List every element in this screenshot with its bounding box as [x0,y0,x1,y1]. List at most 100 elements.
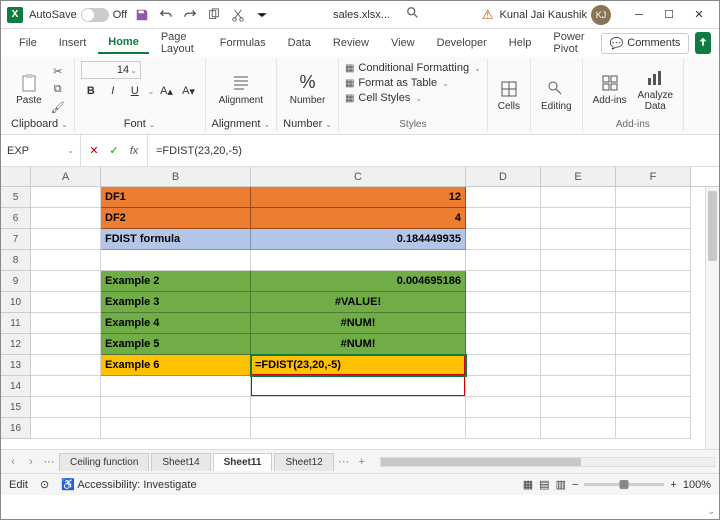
row-header[interactable]: 10 [1,292,31,313]
sheet-tab-ceiling[interactable]: Ceiling function [59,453,149,471]
alignment-button[interactable]: Alignment [215,71,267,108]
cell-E9[interactable] [541,271,616,292]
addins-button[interactable]: Add-ins [589,71,631,108]
vertical-scrollbar[interactable] [705,187,719,449]
row-header[interactable]: 6 [1,208,31,229]
cell-A12[interactable] [31,334,101,355]
search-icon[interactable] [406,6,420,23]
cell-D14[interactable] [466,376,541,397]
cell-F16[interactable] [616,418,691,439]
format-as-table-button[interactable]: ▦ Format as Table ⌄ [345,76,449,90]
tab-formulas[interactable]: Formulas [210,33,276,53]
qat-more-icon[interactable] [253,6,271,24]
cell-D7[interactable] [466,229,541,250]
italic-button[interactable]: I [103,82,123,100]
cell-D11[interactable] [466,313,541,334]
cell-C16[interactable] [251,418,466,439]
comments-button[interactable]: 💬 Comments [601,33,690,54]
formula-input[interactable]: =FDIST(23,20,-5) [148,135,719,166]
select-all-corner[interactable] [1,167,31,186]
cell-D6[interactable] [466,208,541,229]
tab-developer[interactable]: Developer [427,33,497,53]
increase-font-icon[interactable]: A▴ [157,82,177,100]
cell-B10[interactable]: Example 3 [101,292,251,313]
col-header-B[interactable]: B [101,167,251,186]
cell-F13[interactable] [616,355,691,376]
cell-E13[interactable] [541,355,616,376]
row-header[interactable]: 11 [1,313,31,334]
maximize-icon[interactable]: ☐ [655,4,683,26]
cell-F9[interactable] [616,271,691,292]
underline-button[interactable]: U [125,82,145,100]
cell-A7[interactable] [31,229,101,250]
tab-help[interactable]: Help [499,33,542,53]
cell-D8[interactable] [466,250,541,271]
cell-C5[interactable]: 12 [251,187,466,208]
cancel-formula-icon[interactable]: ✕ [85,142,103,160]
paste-button[interactable]: Paste [12,71,46,108]
cell-F5[interactable] [616,187,691,208]
tab-insert[interactable]: Insert [49,33,97,53]
undo-icon[interactable] [157,6,175,24]
cell-B8[interactable] [101,250,251,271]
cell-E8[interactable] [541,250,616,271]
copy-icon[interactable] [205,6,223,24]
row-header[interactable]: 9 [1,271,31,292]
cell-E15[interactable] [541,397,616,418]
cell-D10[interactable] [466,292,541,313]
conditional-formatting-button[interactable]: ▦ Conditional Formatting ⌄ [345,61,481,75]
cell-C10[interactable]: #VALUE! [251,292,466,313]
cell-B13[interactable]: Example 6 [101,355,251,376]
zoom-out-icon[interactable]: − [572,479,578,491]
tab-home[interactable]: Home [98,32,149,54]
cell-F10[interactable] [616,292,691,313]
cell-E10[interactable] [541,292,616,313]
close-icon[interactable]: ✕ [685,4,713,26]
col-header-A[interactable]: A [31,167,101,186]
spreadsheet-grid[interactable]: A B C D E F 5DF1126DF247FDIST formula0.1… [1,167,719,449]
cell-E7[interactable] [541,229,616,250]
bold-button[interactable]: B [81,82,101,100]
collapse-ribbon-icon[interactable]: ⌄ [707,506,715,517]
cell-E14[interactable] [541,376,616,397]
sheet-nav-more-icon[interactable]: ⋯ [41,454,57,470]
redo-icon[interactable] [181,6,199,24]
sheet-nav-prev-icon[interactable]: ‹ [5,454,21,470]
number-button[interactable]: %Number [286,70,330,108]
name-box[interactable]: EXP⌄ [1,135,81,166]
cell-B12[interactable]: Example 5 [101,334,251,355]
row-header[interactable]: 14 [1,376,31,397]
toggle-off-icon[interactable] [81,8,109,22]
row-header[interactable]: 16 [1,418,31,439]
zoom-level[interactable]: 100% [683,479,711,491]
cell-C15[interactable] [251,397,466,418]
cell-D15[interactable] [466,397,541,418]
cell-A15[interactable] [31,397,101,418]
tab-power-pivot[interactable]: Power Pivot [543,27,598,59]
analyze-data-button[interactable]: Analyze Data [634,66,678,114]
row-header[interactable]: 5 [1,187,31,208]
new-sheet-icon[interactable]: + [354,454,370,470]
cell-F11[interactable] [616,313,691,334]
cell-F15[interactable] [616,397,691,418]
share-button[interactable] [695,32,711,54]
cell-E16[interactable] [541,418,616,439]
cell-B6[interactable]: DF2 [101,208,251,229]
cell-B16[interactable] [101,418,251,439]
cell-C12[interactable]: #NUM! [251,334,466,355]
save-icon[interactable] [133,6,151,24]
row-header[interactable]: 8 [1,250,31,271]
cell-A5[interactable] [31,187,101,208]
cell-styles-button[interactable]: ▦ Cell Styles ⌄ [345,91,422,105]
sheet-nav-next-icon[interactable]: › [23,454,39,470]
autosave-toggle[interactable]: AutoSave Off [29,8,127,22]
cut-icon[interactable] [229,6,247,24]
view-page-icon[interactable]: ▤ [539,478,549,491]
cell-F12[interactable] [616,334,691,355]
col-header-C[interactable]: C [251,167,466,186]
sheet-tab-11[interactable]: Sheet11 [213,453,273,471]
cell-E12[interactable] [541,334,616,355]
format-painter-button[interactable]: 🖌 [49,99,67,115]
cell-C11[interactable]: #NUM! [251,313,466,334]
tab-data[interactable]: Data [278,33,321,53]
